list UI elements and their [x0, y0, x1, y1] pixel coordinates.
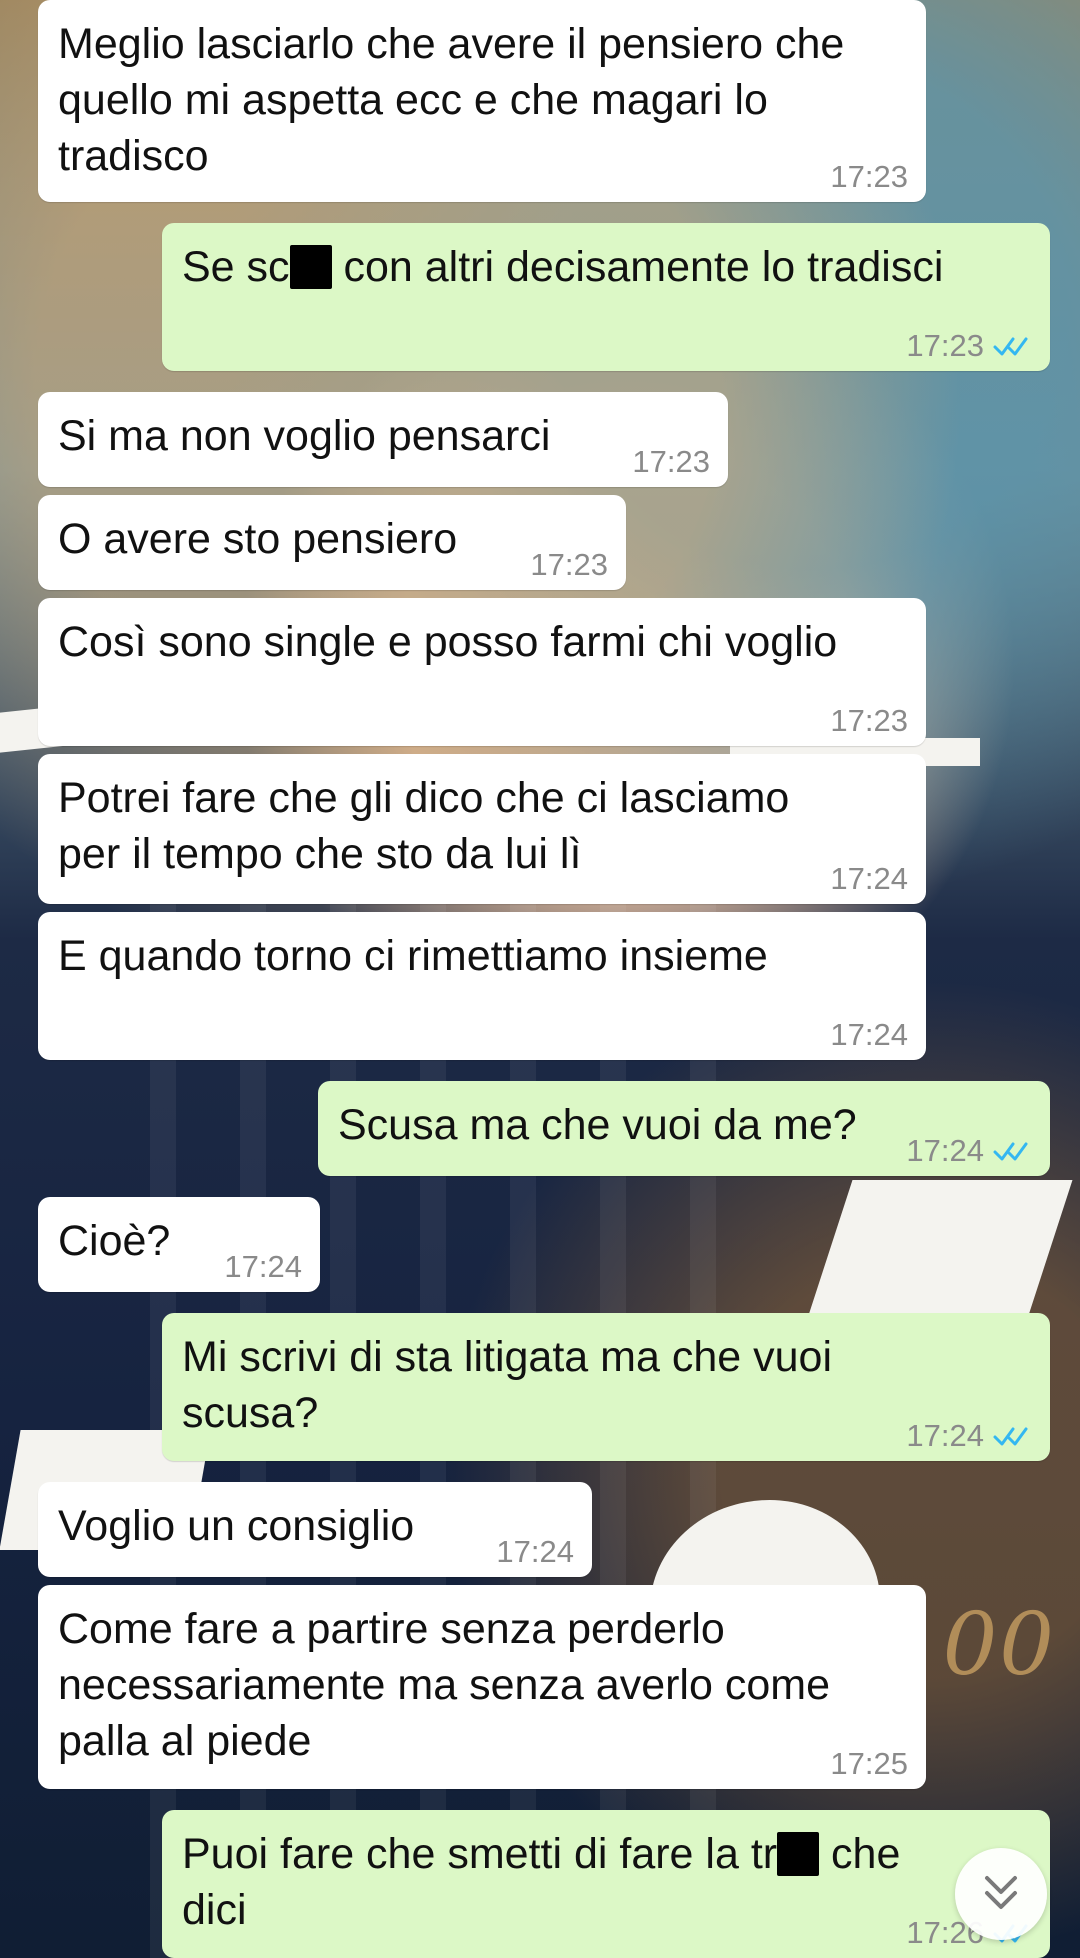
- chat-thread: Meglio lasciarlo che avere il pensiero c…: [0, 0, 1080, 1958]
- message-meta: 17:23: [632, 445, 710, 479]
- message-bubble-incoming[interactable]: Meglio lasciarlo che avere il pensiero c…: [38, 0, 926, 202]
- message-text: E quando torno ci rimettiamo insieme: [58, 932, 768, 980]
- message-meta: 17:24: [830, 1018, 908, 1052]
- message-bubble-outgoing[interactable]: Se sc con altri decisamente lo tradisci …: [162, 223, 1050, 371]
- read-double-check-icon: [993, 337, 1028, 356]
- message-time: 17:23: [830, 703, 908, 738]
- double-chevron-down-icon: [985, 1876, 1017, 1909]
- message-bubble-incoming[interactable]: E quando torno ci rimettiamo insieme 17:…: [38, 912, 926, 1060]
- message-meta: 17:23: [530, 548, 608, 582]
- message-meta: 17:24: [906, 1419, 1032, 1453]
- message-time: 17:24: [906, 1133, 984, 1168]
- message-text: Puoi fare che smetti di fare la tr che d…: [182, 1826, 1028, 1938]
- message-text: Se sc con altri decisamente lo tradisci: [182, 239, 1028, 295]
- message-bubble-incoming[interactable]: O avere sto pensiero 17:23: [38, 495, 626, 590]
- message-bubble-incoming[interactable]: Voglio un consiglio 17:24: [38, 1482, 592, 1577]
- message-time: 17:23: [632, 444, 710, 479]
- scroll-to-bottom-button[interactable]: [955, 1848, 1047, 1940]
- message-text: Voglio un consiglio: [58, 1502, 415, 1550]
- message-time: 17:24: [830, 1017, 908, 1052]
- message-text-after-redaction: con altri decisamente lo tradisci: [331, 243, 944, 291]
- message-text-before-redaction: Se sc: [182, 243, 290, 291]
- message-time: 17:24: [906, 1418, 984, 1453]
- read-double-check-icon: [993, 1142, 1028, 1161]
- message-time: 17:23: [906, 328, 984, 363]
- message-bubble-outgoing[interactable]: Mi scrivi di sta litigata ma che vuoi sc…: [162, 1313, 1050, 1461]
- redaction-block: [289, 245, 332, 289]
- message-time: 17:23: [830, 159, 908, 194]
- message-text: Potrei fare che gli dico che ci lasciamo…: [58, 774, 790, 878]
- message-time: 17:24: [830, 861, 908, 896]
- message-meta: 17:25: [830, 1747, 908, 1781]
- message-bubble-outgoing[interactable]: Scusa ma che vuoi da me? 17:24: [318, 1081, 1050, 1176]
- message-time: 17:23: [530, 547, 608, 582]
- message-text: Come fare a partire senza perderlo neces…: [58, 1605, 830, 1765]
- message-time: 17:24: [224, 1249, 302, 1284]
- message-time: 17:24: [496, 1534, 574, 1569]
- read-double-check-icon: [993, 1427, 1028, 1446]
- message-text: Mi scrivi di sta litigata ma che vuoi sc…: [182, 1333, 832, 1437]
- message-meta: 17:24: [224, 1250, 302, 1284]
- message-text: Meglio lasciarlo che avere il pensiero c…: [58, 20, 845, 180]
- message-bubble-incoming[interactable]: Come fare a partire senza perderlo neces…: [38, 1585, 926, 1789]
- message-bubble-outgoing[interactable]: Puoi fare che smetti di fare la tr che d…: [162, 1810, 1050, 1958]
- message-text: O avere sto pensiero: [58, 515, 458, 563]
- message-text: Si ma non voglio pensarci: [58, 412, 551, 460]
- message-meta: 17:24: [830, 862, 908, 896]
- message-meta: 17:23: [830, 160, 908, 194]
- message-time: 17:25: [830, 1746, 908, 1781]
- message-bubble-incoming[interactable]: Cioè? 17:24: [38, 1197, 320, 1292]
- message-text-before-redaction: Puoi fare che smetti di fare la tr: [182, 1830, 778, 1878]
- message-bubble-incoming[interactable]: Così sono single e posso farmi chi vogli…: [38, 598, 926, 746]
- message-meta: 17:23: [906, 329, 1032, 363]
- message-bubble-incoming[interactable]: Potrei fare che gli dico che ci lasciamo…: [38, 754, 926, 904]
- message-bubble-incoming[interactable]: Si ma non voglio pensarci 17:23: [38, 392, 728, 487]
- message-meta: 17:24: [906, 1134, 1032, 1168]
- redaction-block: [777, 1832, 820, 1876]
- message-meta: 17:23: [830, 704, 908, 738]
- message-text: Così sono single e posso farmi chi vogli…: [58, 618, 838, 666]
- message-meta: 17:24: [496, 1535, 574, 1569]
